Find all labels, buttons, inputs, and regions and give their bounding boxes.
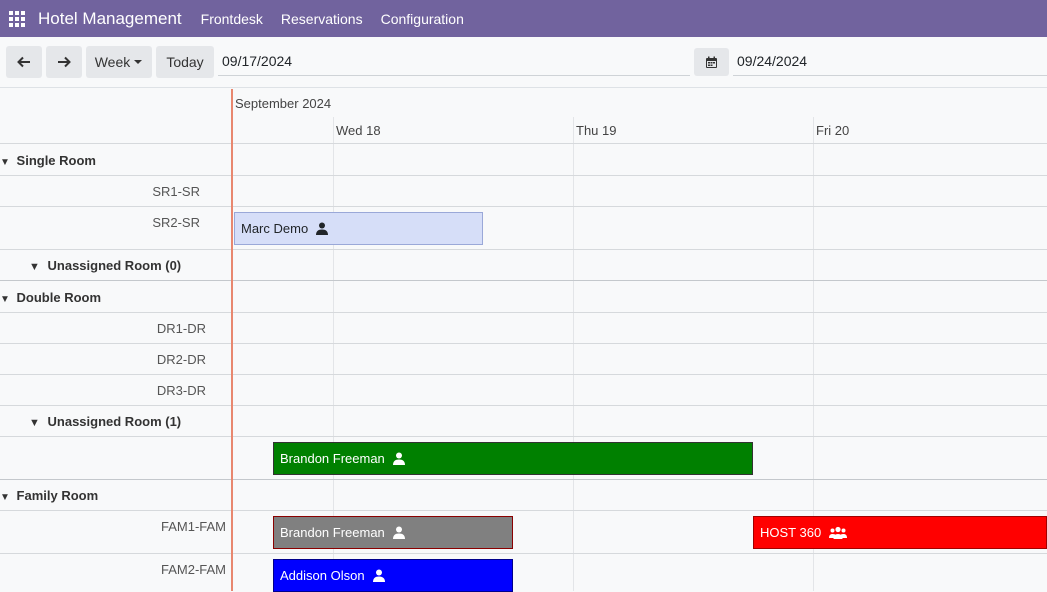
- row-divider: [0, 312, 1047, 313]
- group-label: Unassigned Room (0): [47, 258, 182, 273]
- row-label-fam1: FAM1-FAM: [160, 519, 226, 534]
- caret-down-icon: ▼: [0, 294, 10, 305]
- group-single-room[interactable]: ▼ Single Room: [0, 153, 96, 168]
- gantt-toolbar: Week Today 09/17/2024 09/24/2024: [0, 38, 1047, 88]
- booking-guest: Brandon Freeman: [280, 451, 385, 466]
- group-label: Family Room: [16, 488, 99, 503]
- menu-reservations[interactable]: Reservations: [272, 11, 372, 27]
- start-date-input[interactable]: 09/17/2024: [218, 46, 690, 76]
- booking-brandon-freeman-unassigned[interactable]: Brandon Freeman: [273, 442, 753, 475]
- app-title[interactable]: Hotel Management: [38, 9, 182, 29]
- calendar-button[interactable]: [694, 48, 729, 76]
- top-navbar: Hotel Management Frontdesk Reservations …: [0, 0, 1047, 37]
- day-divider: [573, 117, 574, 591]
- caret-down-icon: ▼: [0, 492, 10, 503]
- day-header-thu: Thu 19: [576, 123, 617, 138]
- end-date-input[interactable]: 09/24/2024: [733, 46, 1047, 76]
- group-unassigned-single[interactable]: ▼ Unassigned Room (0): [29, 258, 181, 273]
- next-button[interactable]: [46, 46, 82, 78]
- today-button[interactable]: Today: [156, 46, 214, 78]
- booking-guest: Addison Olson: [280, 568, 365, 583]
- day-header-wed: Wed 18: [336, 123, 381, 138]
- row-divider: [0, 206, 1047, 207]
- user-icon: [372, 569, 385, 582]
- group-label: Unassigned Room (1): [47, 414, 182, 429]
- user-icon: [392, 526, 405, 539]
- booking-host-360[interactable]: HOST 360: [753, 516, 1047, 549]
- row-divider: [0, 405, 1047, 406]
- booking-brandon-freeman-fam1[interactable]: Brandon Freeman: [273, 516, 513, 549]
- gantt-chart: September 2024 Wed 18 Thu 19 Fri 20 ▼ Si…: [0, 89, 1047, 592]
- row-divider: [0, 143, 1047, 144]
- caret-down-icon: ▼: [29, 261, 40, 273]
- arrow-right-icon: [58, 56, 71, 68]
- booking-addison-olson[interactable]: Addison Olson: [273, 559, 513, 592]
- group-family-room[interactable]: ▼ Family Room: [0, 488, 98, 503]
- row-divider: [0, 553, 1047, 554]
- booking-guest: HOST 360: [760, 525, 822, 540]
- booking-guest: Marc Demo: [241, 221, 309, 236]
- scale-label: Week: [94, 54, 131, 70]
- arrow-left-icon: [17, 56, 30, 68]
- user-icon: [392, 452, 405, 465]
- caret-down-icon: ▼: [29, 417, 40, 429]
- group-divider: [0, 280, 1047, 281]
- group-label: Single Room: [16, 153, 96, 168]
- caret-down-icon: ▼: [0, 157, 10, 168]
- row-divider: [0, 343, 1047, 344]
- row-divider: [0, 374, 1047, 375]
- calendar-icon: [706, 56, 717, 68]
- row-divider: [0, 510, 1047, 511]
- apps-menu-icon[interactable]: [0, 0, 34, 37]
- user-icon: [316, 222, 329, 235]
- booking-marc-demo[interactable]: Marc Demo: [234, 212, 483, 245]
- row-divider: [0, 436, 1047, 437]
- scale-dropdown[interactable]: Week: [86, 46, 152, 78]
- group-label: Double Room: [16, 290, 102, 305]
- day-header-fri: Fri 20: [816, 123, 850, 138]
- group-double-room[interactable]: ▼ Double Room: [0, 290, 101, 305]
- group-unassigned-double[interactable]: ▼ Unassigned Room (1): [29, 414, 181, 429]
- previous-button[interactable]: [6, 46, 42, 78]
- menu-frontdesk[interactable]: Frontdesk: [192, 11, 272, 27]
- row-label-sr1: SR1-SR: [152, 184, 200, 199]
- menu-configuration[interactable]: Configuration: [372, 11, 473, 27]
- row-label-dr2: DR2-DR: [156, 352, 206, 367]
- row-divider: [0, 249, 1047, 250]
- booking-guest: Brandon Freeman: [280, 525, 385, 540]
- row-label-dr1: DR1-DR: [156, 321, 206, 336]
- month-header: September 2024: [235, 96, 332, 111]
- users-icon: [829, 526, 848, 539]
- today-marker: [231, 89, 233, 591]
- caret-down-icon: [134, 60, 143, 64]
- row-label-sr2: SR2-SR: [152, 215, 200, 230]
- row-label-fam2: FAM2-FAM: [160, 562, 226, 577]
- group-divider: [0, 479, 1047, 480]
- row-divider: [0, 175, 1047, 176]
- row-label-dr3: DR3-DR: [156, 383, 206, 398]
